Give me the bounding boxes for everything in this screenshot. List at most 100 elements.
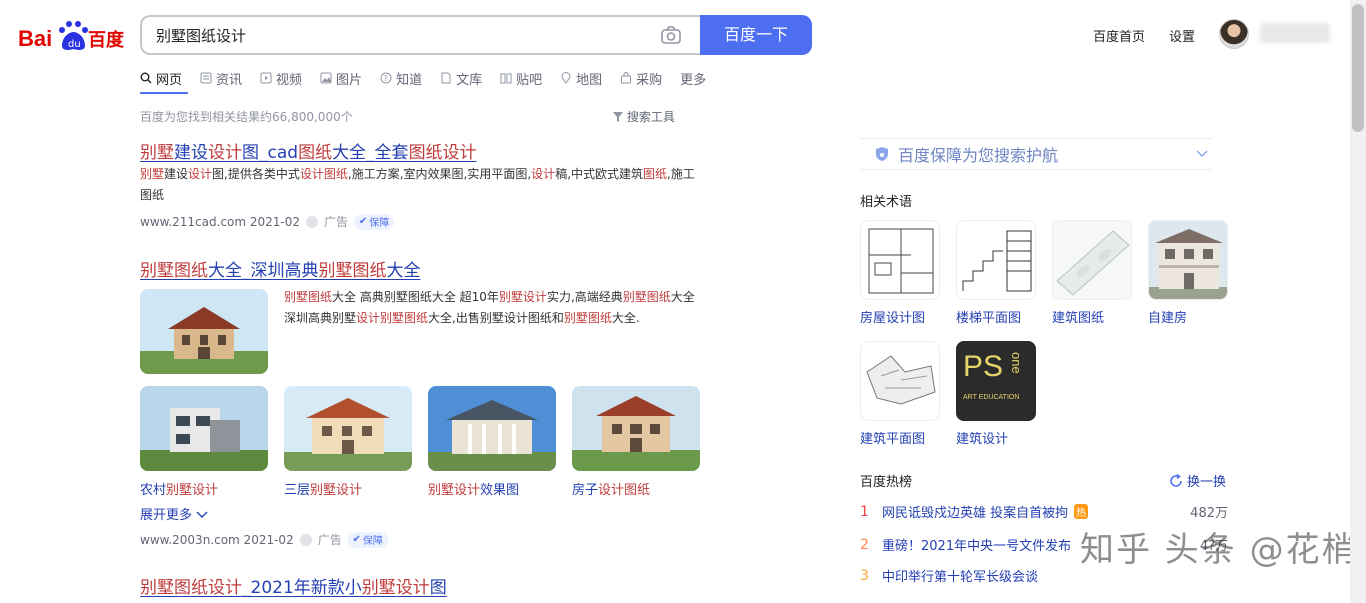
image-caption[interactable]: 农村别墅设计: [140, 479, 218, 498]
search-tools-button[interactable]: 搜索工具: [613, 108, 675, 125]
tab-label: 资讯: [216, 72, 243, 88]
guarantee-badge[interactable]: ✔ 保障: [354, 213, 395, 230]
result-title-1[interactable]: 别墅建设设计图_cad图纸大全_全套图纸设计: [140, 138, 477, 163]
username-blurred[interactable]: [1260, 23, 1330, 43]
hot-text: 网民诋毁戍边英雄 投案自首被拘: [882, 506, 1069, 521]
text-segment: 大全: [386, 261, 421, 281]
text-segment: 农村: [140, 483, 167, 498]
result-title-2[interactable]: 别墅图纸大全_深圳高典别墅图纸大全: [140, 256, 421, 281]
tab-tieba[interactable]: 贴吧: [500, 68, 542, 88]
camera-icon[interactable]: [660, 25, 682, 45]
tab-news[interactable]: 资讯: [200, 68, 242, 88]
result-title-3[interactable]: 别墅图纸设计_2021年新款小别墅设计图: [140, 573, 447, 598]
villa-image: [572, 386, 700, 471]
related-image-stairs[interactable]: [956, 220, 1036, 300]
related-term[interactable]: 自建房: [1148, 307, 1187, 326]
highlighted-keyword: 图纸设计: [408, 143, 477, 163]
related-term[interactable]: 房屋设计图: [860, 307, 925, 326]
result-image-villa[interactable]: [140, 289, 268, 374]
settings-link[interactable]: 设置: [1169, 26, 1195, 45]
expand-more-label: 展开更多: [140, 508, 193, 523]
highlighted-keyword: 别墅设计: [498, 290, 547, 304]
related-term[interactable]: 建筑设计: [956, 428, 1008, 447]
baidu-guarantee-banner[interactable]: 百度保障为您搜索护航: [860, 138, 1212, 170]
hot-item[interactable]: 1 网民诋毁戍边英雄 投案自首被拘 热 482万: [860, 502, 1228, 522]
info-icon[interactable]: [299, 533, 312, 546]
image-card-render[interactable]: [428, 386, 556, 471]
search-icon: [140, 72, 152, 84]
image-caption[interactable]: 别墅设计效果图: [428, 479, 519, 498]
tab-image[interactable]: 图片: [320, 68, 362, 88]
search-box[interactable]: [140, 15, 702, 55]
hot-rank: 1: [860, 503, 869, 520]
highlighted-keyword: 别墅图纸: [563, 311, 612, 325]
tab-web[interactable]: 网页: [140, 68, 182, 88]
stairs-plan-image: [957, 221, 1035, 299]
guarantee-label: 保障: [369, 218, 390, 229]
text-segment: 建设: [174, 143, 208, 163]
text-segment: 实力,高端经典: [546, 290, 623, 304]
villa-image: [140, 289, 268, 374]
search-tabs: 网页 资讯 视频 图片 ? 知道 文库 贴吧 地图 采购 更多: [140, 68, 706, 88]
tab-label: 图片: [336, 72, 363, 88]
tab-label: 采购: [636, 72, 663, 88]
highlighted-keyword: 别墅图纸设计: [140, 578, 242, 598]
villa-image: [428, 386, 556, 471]
scrollbar-thumb[interactable]: [1352, 4, 1364, 132]
related-image-floorplan[interactable]: [860, 220, 940, 300]
related-image-ps-one[interactable]: PS one ART EDUCATION: [956, 341, 1036, 421]
home-link[interactable]: 百度首页: [1093, 26, 1145, 45]
search-input[interactable]: [156, 26, 636, 44]
result-url[interactable]: www.211cad.com 2021-02: [140, 215, 300, 229]
avatar[interactable]: [1219, 19, 1249, 49]
related-image-house[interactable]: [1148, 220, 1228, 300]
floorplan-image: [861, 221, 939, 299]
highlighted-keyword: 设计: [208, 143, 242, 163]
hot-list-title: 百度热榜: [860, 475, 913, 490]
text-segment: 大全 高典别墅图纸大全 超10年: [332, 290, 499, 304]
result-url[interactable]: www.2003n.com 2021-02: [140, 533, 294, 547]
highlighted-keyword: 设计图纸: [598, 483, 651, 498]
ps-logo-text: PS: [963, 350, 1004, 383]
guarantee-badge[interactable]: ✔ 保障: [347, 531, 388, 548]
search-button[interactable]: 百度一下: [700, 15, 812, 55]
related-term[interactable]: 楼梯平面图: [956, 307, 1021, 326]
highlighted-keyword: 图纸: [643, 167, 668, 181]
image-card-three-floor[interactable]: [284, 386, 412, 471]
tab-map[interactable]: 地图: [560, 68, 602, 88]
highlighted-keyword: 别墅图纸: [380, 311, 429, 325]
refresh-icon: [1170, 473, 1182, 487]
chevron-down-icon[interactable]: [1196, 150, 1208, 158]
baidu-logo[interactable]: Bai du 百度: [18, 16, 124, 56]
hot-value: 482万: [1190, 506, 1228, 521]
result-meta-1: www.211cad.com 2021-02 广告 ✔ 保障: [140, 213, 395, 230]
refresh-button[interactable]: 换一换: [1169, 471, 1226, 490]
tab-video[interactable]: 视频: [260, 68, 302, 88]
image-caption[interactable]: 三层别墅设计: [284, 479, 362, 498]
tab-more[interactable]: 更多: [680, 68, 706, 88]
text-segment: 图: [429, 578, 447, 598]
related-image-plan[interactable]: [860, 341, 940, 421]
text-segment: 房子: [572, 483, 599, 498]
related-terms-title: 相关术语: [860, 195, 913, 210]
info-icon[interactable]: [306, 215, 319, 228]
related-image-blueprints[interactable]: [1052, 220, 1132, 300]
tab-label: 文库: [456, 72, 483, 88]
expand-more-button[interactable]: 展开更多: [140, 504, 208, 523]
image-caption[interactable]: 房子设计图纸: [572, 479, 650, 498]
tab-purchase[interactable]: 采购: [620, 68, 662, 88]
highlighted-keyword: 图纸: [298, 143, 333, 163]
related-term[interactable]: 建筑平面图: [860, 428, 925, 447]
guarantee-text: 百度保障为您搜索护航: [898, 146, 1059, 165]
active-tab-indicator: [140, 92, 188, 94]
search-tools-label: 搜索工具: [626, 110, 675, 124]
text-segment: 大全,出售别墅设计图纸和: [428, 311, 564, 325]
hot-rank: 2: [860, 536, 869, 553]
tab-zhidao[interactable]: ? 知道: [380, 68, 422, 88]
tab-wenku[interactable]: 文库: [440, 68, 482, 88]
highlighted-keyword: 别墅图纸: [284, 290, 333, 304]
image-card-house[interactable]: [572, 386, 700, 471]
image-card-rural[interactable]: [140, 386, 268, 471]
related-term[interactable]: 建筑图纸: [1052, 307, 1104, 326]
highlighted-keyword: 别墅图纸: [318, 261, 387, 281]
